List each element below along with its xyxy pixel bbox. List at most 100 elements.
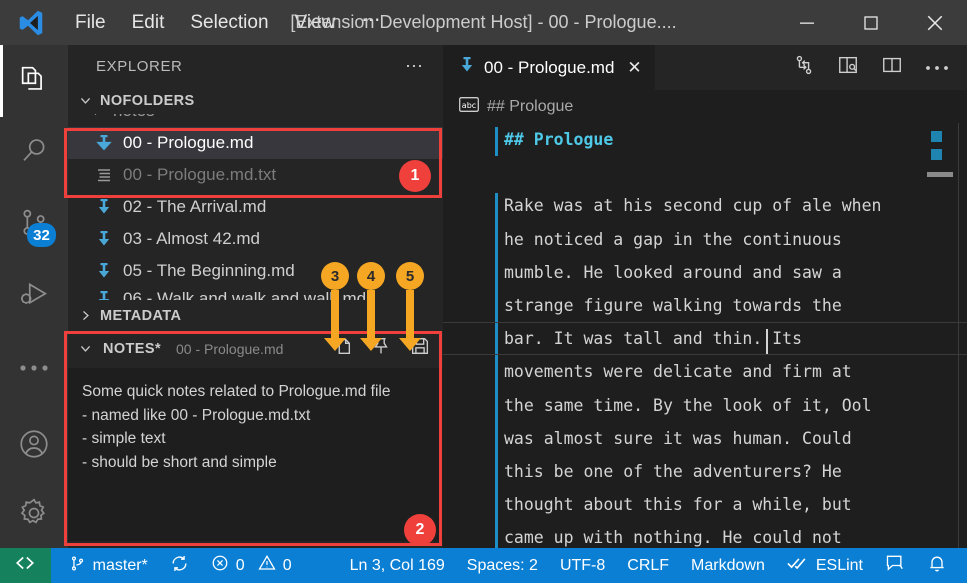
status-feedback[interactable]	[874, 548, 916, 583]
check-all-icon	[787, 555, 809, 576]
menu-view[interactable]: View	[282, 9, 349, 36]
minimap-block	[931, 149, 942, 160]
breadcrumb[interactable]: abc ## Prologue	[443, 90, 967, 123]
code-line-7: movements were delicate and firm at	[504, 362, 852, 382]
markdown-file-icon	[94, 230, 114, 248]
breadcrumb-label: ## Prologue	[487, 97, 574, 115]
remote-window-indicator[interactable]	[0, 548, 51, 583]
status-eol[interactable]: CRLF	[616, 548, 680, 583]
status-bar: master* 0 0 Ln 3, Col 169 Spaces: 2 UTF-…	[0, 548, 967, 583]
status-problems[interactable]: 0 0	[200, 548, 303, 583]
search-icon	[18, 135, 50, 172]
minimize-button[interactable]	[775, 0, 839, 45]
menu-file[interactable]: File	[62, 9, 119, 36]
status-indentation[interactable]: Spaces: 2	[456, 548, 549, 583]
accounts-button[interactable]	[0, 410, 68, 482]
tree-row-file-5-clipped[interactable]: 06 - Walk and walk and walk.md	[68, 287, 443, 300]
notes-textarea[interactable]: Some quick notes related to Prologue.md …	[68, 368, 443, 541]
code-line-12: came up with nothing. He could not	[504, 528, 842, 548]
editor-tab-bar: 00 - Prologue.md ✕	[443, 45, 967, 90]
tree-section-label: METADATA	[100, 307, 182, 324]
status-eslint-label: ESLint	[815, 556, 863, 574]
notes-panel-header[interactable]: NOTES* 00 - Prologue.md	[68, 329, 443, 368]
sidebar-item-explorer[interactable]	[0, 45, 68, 117]
tree-row-notes-clipped[interactable]: notes	[68, 114, 443, 127]
code-line-9: was almost sure it was human. Could	[504, 428, 852, 448]
tree-row-file-1[interactable]: 00 - Prologue.md.txt	[68, 159, 443, 191]
status-warnings-count: 0	[282, 556, 292, 574]
status-cursor-position[interactable]: Ln 3, Col 169	[339, 548, 456, 583]
chevron-down-icon	[76, 342, 94, 355]
split-editor-icon[interactable]	[881, 54, 903, 81]
preview-side-icon[interactable]	[837, 54, 859, 81]
code-line-8: the same time. By the look of it, Ool	[504, 395, 872, 415]
status-language-mode[interactable]: Markdown	[680, 548, 776, 583]
symbol-string-icon: abc	[459, 96, 479, 117]
window-controls	[775, 0, 967, 45]
text-file-icon	[94, 167, 114, 183]
annotation-marker-3: 3	[321, 262, 349, 351]
sidebar-item-more-views[interactable]	[0, 333, 68, 405]
menu-more[interactable]: ⋯	[348, 11, 395, 34]
sidebar-item-run-and-debug[interactable]	[0, 261, 68, 333]
ellipsis-icon	[18, 360, 50, 378]
tree-row-file-4[interactable]: 05 - The Beginning.md	[68, 255, 443, 287]
markdown-file-icon	[94, 290, 114, 300]
annotation-badge-2: 2	[404, 514, 436, 546]
status-encoding[interactable]: UTF-8	[549, 548, 616, 583]
status-eslint[interactable]: ESLint	[776, 548, 874, 583]
ellipsis-icon[interactable]	[925, 59, 949, 77]
chevron-down-icon	[76, 94, 94, 107]
close-button[interactable]	[903, 0, 967, 45]
tree-section-metadata[interactable]: METADATA	[68, 302, 443, 329]
menu-selection[interactable]: Selection	[177, 9, 281, 36]
annotation-marker-5-label: 5	[396, 262, 424, 290]
explorer-title: EXPLORER	[96, 57, 183, 75]
markdown-file-icon	[459, 56, 475, 79]
status-sync[interactable]	[159, 548, 200, 583]
status-branch-label: master*	[92, 556, 148, 574]
vscode-logo-icon	[0, 0, 62, 45]
manage-settings-button[interactable]	[0, 482, 68, 548]
markdown-file-icon	[94, 198, 114, 216]
explorer-more-actions-icon[interactable]: ⋯	[405, 56, 425, 77]
tree-row-file-2[interactable]: 02 - The Arrival.md	[68, 191, 443, 223]
remote-window-icon	[14, 554, 36, 577]
menu-bar: File Edit Selection View ⋯	[62, 9, 395, 36]
code-line-6: bar. It was tall and thin. Its	[443, 322, 967, 356]
annotation-marker-3-label: 3	[321, 262, 349, 290]
sidebar-item-search[interactable]	[0, 117, 68, 189]
minimap[interactable]	[925, 123, 953, 548]
markdown-file-icon	[94, 134, 114, 152]
maximize-button[interactable]	[839, 0, 903, 45]
menu-edit[interactable]: Edit	[119, 9, 178, 36]
sidebar-item-source-control[interactable]: 32	[0, 189, 68, 261]
status-notifications[interactable]	[916, 548, 967, 583]
code-line-11: thought about this for a while, but	[504, 495, 852, 515]
tab-label: 00 - Prologue.md	[484, 57, 615, 77]
code-line-0: ## Prologue	[504, 130, 614, 150]
svg-text:abc: abc	[462, 101, 476, 110]
tree-row-file-3[interactable]: 03 - Almost 42.md	[68, 223, 443, 255]
code-line-5: strange figure walking towards the	[504, 296, 842, 316]
feedback-icon	[885, 553, 905, 578]
minimap-slider-edge	[958, 123, 959, 548]
annotation-marker-5: 5	[396, 262, 424, 351]
tree-row-file-0[interactable]: 00 - Prologue.md	[68, 127, 443, 159]
code-editor[interactable]: ## Prologue Rake was at his second cup o…	[443, 123, 967, 548]
vscode-window: File Edit Selection View ⋯ [Extension De…	[0, 0, 967, 583]
horizontal-scrollbar[interactable]	[927, 172, 953, 177]
tree-section-nofolders[interactable]: NOFOLDERS	[68, 87, 443, 114]
files-icon	[17, 62, 51, 101]
annotation-badge-1: 1	[399, 160, 431, 192]
status-branch[interactable]: master*	[51, 548, 159, 583]
sync-icon	[170, 554, 189, 578]
tab-00-prologue-md[interactable]: 00 - Prologue.md ✕	[443, 45, 656, 90]
error-icon	[211, 554, 229, 577]
tree-row-label: notes	[113, 114, 155, 121]
code-line-2: Rake was at his second cup of ale when	[504, 196, 882, 216]
compare-changes-icon[interactable]	[793, 54, 815, 81]
close-icon[interactable]: ✕	[627, 59, 641, 76]
tree-row-label: 02 - The Arrival.md	[123, 197, 267, 216]
tree-row-label: 00 - Prologue.md	[123, 133, 254, 152]
